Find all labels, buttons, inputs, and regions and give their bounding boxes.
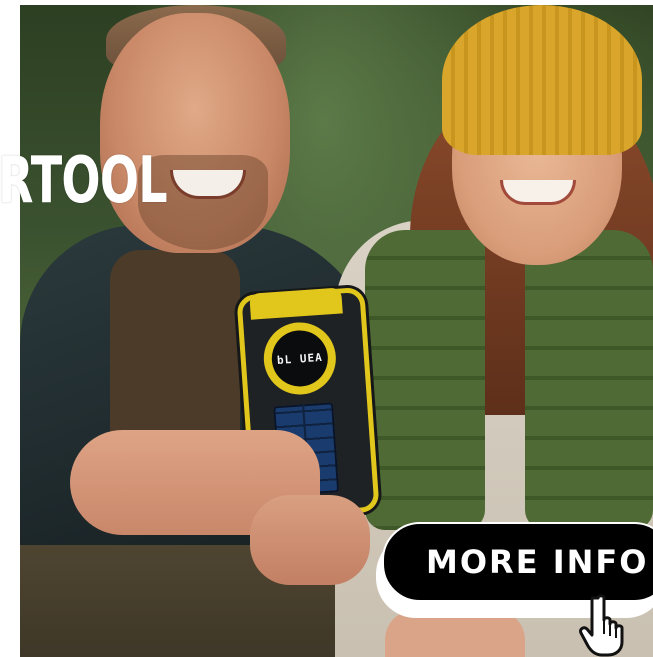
woman-vest-left xyxy=(365,230,485,530)
device-top-cap xyxy=(249,287,343,320)
device-readout: bL UEA xyxy=(276,350,324,367)
man-right-hand xyxy=(250,495,370,585)
more-info-label: MORE INFO xyxy=(426,543,649,581)
woman-beanie xyxy=(442,5,642,155)
woman-vest-right xyxy=(525,230,653,530)
hand-pointer-icon xyxy=(579,594,624,657)
headline: RTOOL xyxy=(0,144,168,218)
more-info-button[interactable]: MORE INFO xyxy=(382,522,653,602)
ad-banner: bL UEA RTOOL MORE INFO xyxy=(0,0,653,657)
